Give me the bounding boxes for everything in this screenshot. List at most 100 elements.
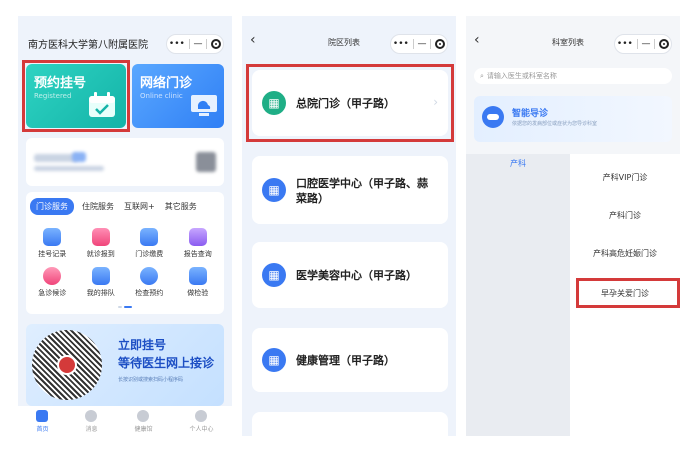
banner-subtitle: 等待医生网上接诊 <box>118 356 215 370</box>
campus-item-dental[interactable]: ▦ 口腔医学中心（甲子路、蒜菜路） <box>252 156 448 224</box>
service-label: 报告查询 <box>183 250 212 258</box>
miniprogram-capsule[interactable]: ••• — <box>614 34 672 54</box>
hospital-title: 南方医科大学第八附属医院 <box>28 40 148 51</box>
tabbar-label: 消息 <box>85 425 98 433</box>
patient-card-blurred[interactable] <box>26 138 224 186</box>
guide-title: 智能导诊 <box>512 109 549 119</box>
bottom-tabbar: 首页 消息 健康馆 个人中心 <box>18 406 232 436</box>
campus-list-screen: ‹ 院区列表 ••• — ▦ 总院门诊（甲子路） › ▦ 口腔医学中心（甲子路、蒜… <box>242 16 456 436</box>
service-queue[interactable]: 我的排队 <box>77 267 126 298</box>
miniprogram-code <box>32 330 102 400</box>
screenshot-root: 南方医科大学第八附属医院 ••• — 预约挂号 Registered 网络门诊 O… <box>0 0 700 454</box>
health-icon <box>137 409 150 422</box>
guide-subtitle: 依据您的发病部位或症状为您导诊科室 <box>512 121 598 127</box>
more-icon[interactable]: ••• <box>393 39 409 49</box>
highlight-box-register <box>22 60 130 132</box>
campus-name: 口腔医学中心（甲子路、蒜菜路） <box>296 177 428 205</box>
tab-other[interactable]: 其它服务 <box>163 198 199 215</box>
sub-dept-high-risk[interactable]: 产科高危妊娠门诊 <box>570 248 680 259</box>
blur-badge <box>72 152 86 162</box>
banner-hint: 长按识别或搜索扫码小程序码 <box>118 377 184 383</box>
tab-outpatient[interactable]: 门诊服务 <box>30 198 74 215</box>
blur-text-2 <box>34 166 104 171</box>
highlight-box-early-pregnancy <box>576 278 680 308</box>
highlight-box-main-campus <box>246 64 454 142</box>
search-icon: ⌕ <box>480 71 484 80</box>
close-miniprogram-icon[interactable] <box>435 39 446 49</box>
tabbar-messages[interactable]: 消息 <box>85 409 98 433</box>
search-input[interactable]: ⌕ 请输入医生或科室名称 <box>474 68 672 84</box>
campus-name: 健康管理（甲子路） <box>296 354 395 367</box>
service-check-in[interactable]: 就诊报到 <box>77 228 126 259</box>
report-icon <box>188 228 207 246</box>
service-label: 做检验 <box>187 289 209 297</box>
minimize-icon[interactable]: — <box>193 39 202 49</box>
monitor-icon <box>191 95 217 116</box>
sub-dept-vip[interactable]: 产科VIP门诊 <box>570 172 680 183</box>
service-label: 门诊缴费 <box>135 250 164 258</box>
user-icon <box>195 409 208 422</box>
online-clinic-button[interactable]: 网络门诊 Online clinic <box>132 64 224 128</box>
service-label: 我的排队 <box>86 289 115 297</box>
service-label: 就诊报到 <box>86 250 115 258</box>
service-report[interactable]: 报告查询 <box>174 228 223 259</box>
medical-box-icon <box>188 267 207 285</box>
heart-icon <box>43 267 62 285</box>
campus-item-cosmetic[interactable]: ▦ 医学美容中心（甲子路） <box>252 242 448 308</box>
hospital-building-icon: ▦ <box>262 263 286 287</box>
campus-item-partial[interactable] <box>252 412 448 436</box>
campus-item-health[interactable]: ▦ 健康管理（甲子路） <box>252 328 448 392</box>
service-emergency[interactable]: 急诊候诊 <box>28 267 77 298</box>
more-icon[interactable]: ••• <box>617 39 633 49</box>
robot-icon <box>482 106 504 128</box>
tab-internet[interactable]: 互联网+ <box>122 198 157 215</box>
minimize-icon[interactable]: — <box>641 39 650 49</box>
tab-inpatient[interactable]: 住院服务 <box>80 198 116 215</box>
service-tabs: 门诊服务 住院服务 互联网+ 其它服务 <box>30 198 199 215</box>
page-title: 科室列表 <box>552 38 584 47</box>
search-placeholder: 请输入医生或科室名称 <box>486 72 557 80</box>
back-arrow-icon[interactable]: ‹ <box>250 32 256 48</box>
campus-name: 医学美容中心（甲子路） <box>296 269 417 282</box>
service-register-record[interactable]: 挂号记录 <box>28 228 77 259</box>
sub-dept-outpatient[interactable]: 产科门诊 <box>570 210 680 221</box>
tabbar-label: 首页 <box>36 425 49 433</box>
service-payment[interactable]: 门诊缴费 <box>125 228 174 259</box>
hospital-building-icon: ▦ <box>262 178 286 202</box>
service-panel: 门诊服务 住院服务 互联网+ 其它服务 挂号记录 就诊报到 门诊缴费 报告查询 … <box>26 192 224 314</box>
hospital-logo-icon <box>57 355 77 375</box>
more-icon[interactable]: ••• <box>169 39 185 49</box>
service-lab-test[interactable]: 做检验 <box>174 267 223 298</box>
close-miniprogram-icon[interactable] <box>659 39 670 49</box>
category-column: 产科 <box>466 154 570 436</box>
back-arrow-icon[interactable]: ‹ <box>474 32 480 48</box>
clipboard-icon <box>91 267 110 285</box>
department-list-screen: ‹ 科室列表 ••• — ⌕ 请输入医生或科室名称 智能导诊 依据您的发病部位或症… <box>466 16 680 436</box>
close-miniprogram-icon[interactable] <box>211 39 222 49</box>
heart-hand-icon <box>43 228 62 246</box>
page-title: 院区列表 <box>328 38 360 47</box>
message-icon <box>85 409 98 422</box>
service-label: 挂号记录 <box>38 250 67 258</box>
tabbar-profile[interactable]: 个人中心 <box>189 409 214 433</box>
service-grid: 挂号记录 就诊报到 门诊缴费 报告查询 急诊候诊 我的排队 检查预约 做检验 <box>28 228 222 298</box>
service-label: 急诊候诊 <box>38 289 67 297</box>
online-clinic-subtitle: Online clinic <box>140 92 183 100</box>
blur-qr <box>196 152 216 172</box>
register-banner[interactable]: 立即挂号 等待医生网上接诊 长按识别或搜索扫码小程序码 <box>26 324 224 406</box>
tabbar-home[interactable]: 首页 <box>36 409 49 433</box>
minimize-icon[interactable]: — <box>417 39 426 49</box>
category-obstetrics[interactable]: 产科 <box>510 158 526 169</box>
miniprogram-capsule[interactable]: ••• — <box>166 34 224 54</box>
smart-guide-card[interactable]: 智能导诊 依据您的发病部位或症状为您导诊科室 <box>474 96 672 142</box>
service-exam-booking[interactable]: 检查预约 <box>125 267 174 298</box>
calendar-check-icon <box>91 228 110 246</box>
scan-icon <box>140 267 159 285</box>
tabbar-label: 健康馆 <box>134 425 153 433</box>
banner-title: 立即挂号 <box>118 338 167 352</box>
tabbar-health[interactable]: 健康馆 <box>134 409 153 433</box>
home-screen: 南方医科大学第八附属医院 ••• — 预约挂号 Registered 网络门诊 O… <box>18 16 232 436</box>
bottle-icon <box>140 228 159 246</box>
miniprogram-capsule[interactable]: ••• — <box>390 34 448 54</box>
hospital-building-icon: ▦ <box>262 348 286 372</box>
